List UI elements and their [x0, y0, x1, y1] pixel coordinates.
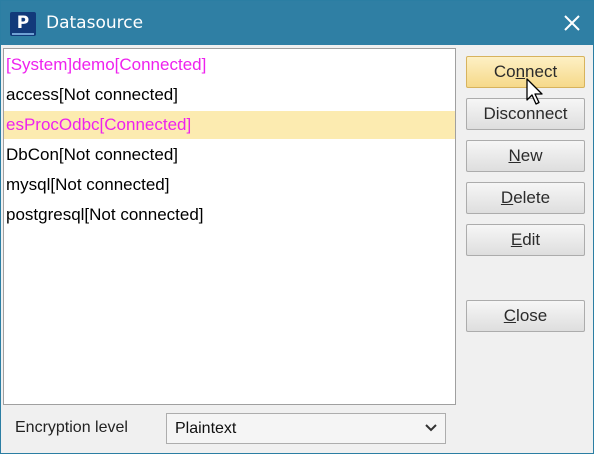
delete-label-post: elete [513, 188, 551, 207]
title-bar[interactable]: P Datasource [1, 1, 593, 45]
connect-label-pre: Co [493, 62, 516, 81]
list-item[interactable]: esProcOdbc[Connected] [4, 111, 455, 139]
list-item[interactable]: access[Not connected] [4, 81, 455, 109]
disconnect-label: Disconnect [483, 104, 568, 123]
dialog-body: [System]demo[Connected] access[Not conne… [1, 45, 593, 453]
close-label-post: lose [516, 306, 548, 325]
close-icon [564, 15, 580, 31]
encryption-level-select[interactable]: Plaintext [166, 413, 446, 444]
list-item[interactable]: DbCon[Not connected] [4, 141, 455, 169]
edit-label-mnemonic: E [510, 230, 523, 249]
new-label-mnemonic: N [508, 146, 521, 165]
list-item[interactable]: [System]demo[Connected] [4, 51, 455, 79]
new-label-post: ew [520, 146, 543, 165]
edit-label-post: dit [522, 230, 541, 249]
app-logo-underline [12, 33, 34, 35]
chevron-down-icon [425, 424, 437, 432]
delete-label-mnemonic: D [500, 188, 514, 207]
datasource-dialog: P Datasource [System]demo[Connected] acc… [0, 0, 594, 454]
connect-label-mnemonic: n [515, 62, 526, 81]
new-button[interactable]: New [466, 140, 585, 172]
app-logo-letter: P [16, 13, 30, 33]
close-window-button[interactable] [555, 6, 589, 40]
edit-button[interactable]: Edit [466, 224, 585, 256]
datasource-list[interactable]: [System]demo[Connected] access[Not conne… [3, 48, 456, 405]
encryption-level-label: Encryption level [15, 419, 128, 436]
close-button[interactable]: Close [466, 300, 585, 332]
delete-button[interactable]: Delete [466, 182, 585, 214]
list-item[interactable]: postgresql[Not connected] [4, 201, 455, 229]
app-logo-icon: P [10, 12, 36, 36]
close-label-mnemonic: C [503, 306, 517, 325]
list-item[interactable]: mysql[Not connected] [4, 171, 455, 199]
window-title: Datasource [46, 13, 144, 33]
mouse-pointer-icon [526, 78, 543, 105]
encryption-level-value: Plaintext [175, 420, 237, 437]
